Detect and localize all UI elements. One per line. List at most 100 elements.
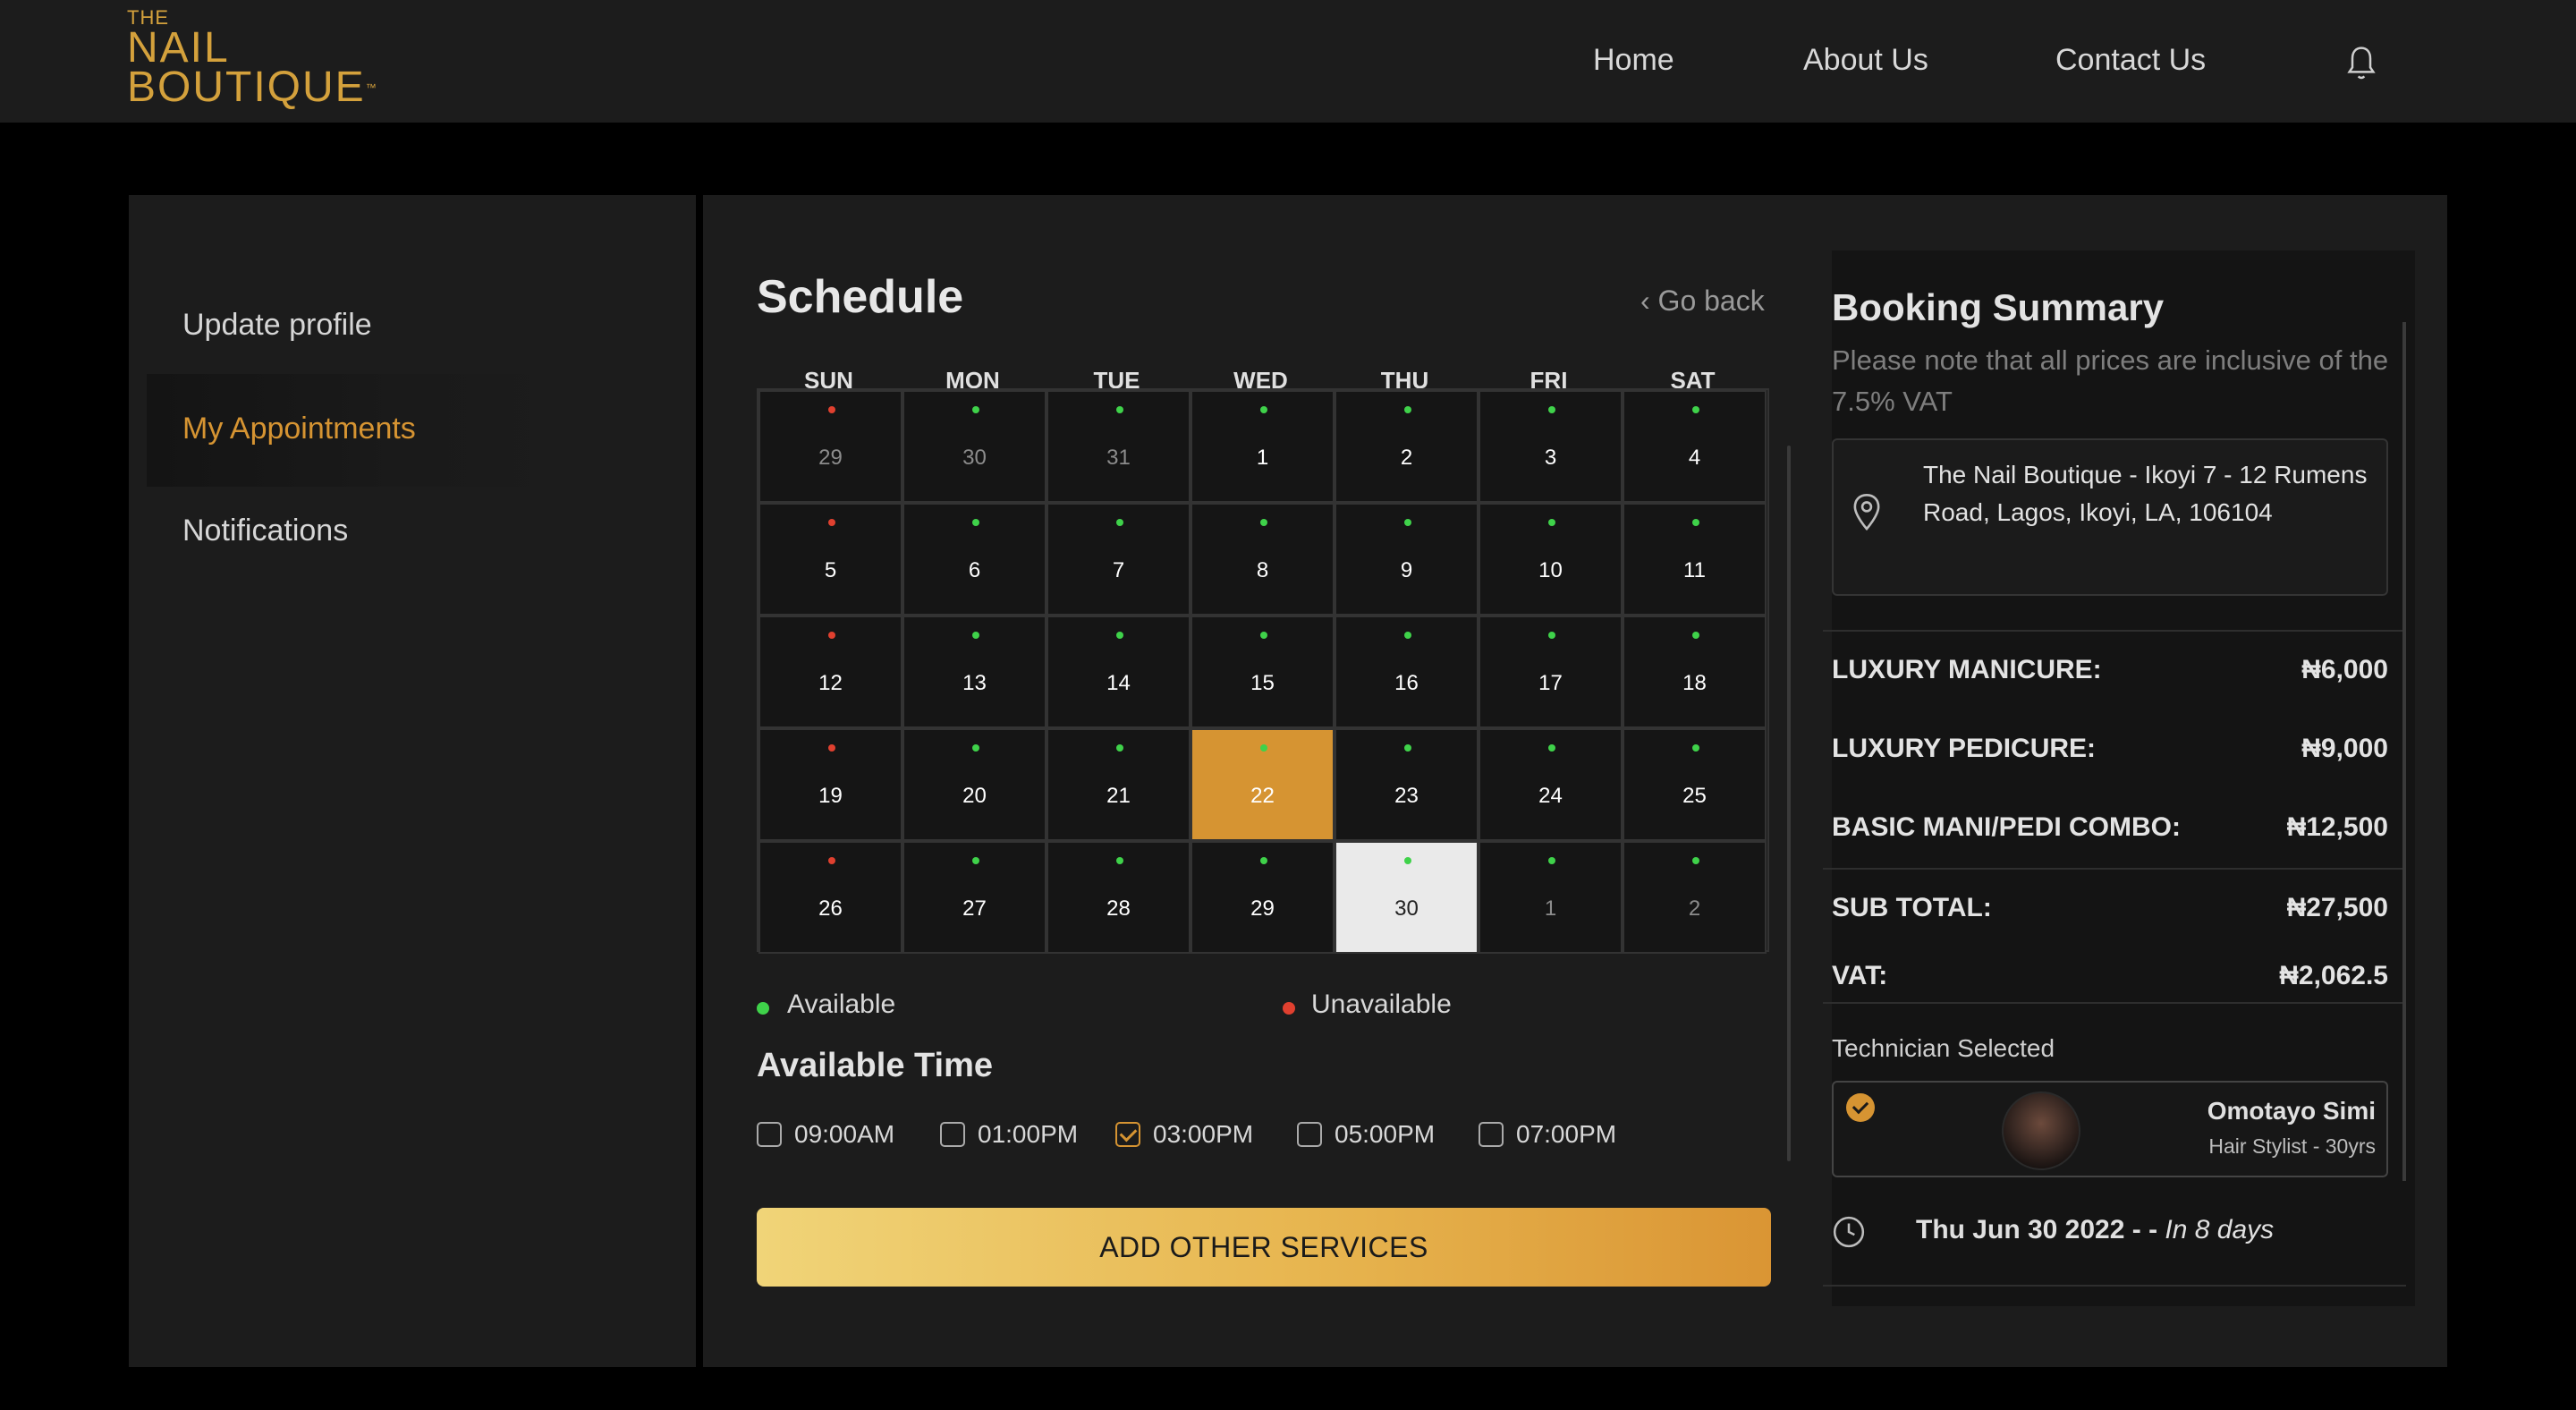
calendar-day-cell[interactable]: 5 [758,503,902,616]
calendar-day-number: 7 [1112,558,1125,582]
logo-nail: NAIL [127,24,230,72]
calendar-day-cell[interactable]: 2 [1335,390,1479,503]
divider [1823,1285,2406,1287]
calendar-day-cell[interactable]: 6 [902,503,1046,616]
sidebar-item-notifications[interactable]: Notifications [182,514,348,548]
calendar-day-cell[interactable]: 22 [1191,728,1335,841]
service-name: LUXURY MANICURE: [1832,655,2102,684]
time-slot-option[interactable]: 01:00PM [940,1117,1078,1152]
calendar-day-cell[interactable]: 18 [1623,616,1767,728]
calendar-day-cell[interactable]: 24 [1479,728,1623,841]
bell-icon[interactable] [2343,45,2379,84]
add-other-services-button[interactable]: ADD OTHER SERVICES [757,1208,1771,1287]
time-slot-label: 05:00PM [1335,1120,1436,1148]
calendar-day-cell[interactable]: 9 [1335,503,1479,616]
calendar-day-cell[interactable]: 13 [902,616,1046,728]
calendar-day-number: 18 [1682,671,1707,695]
day-of-week-label: TUE [1093,367,1140,388]
technician-card[interactable]: Omotayo Simi Hair Stylist - 30yrs [1832,1081,2388,1177]
time-slot-checkbox[interactable] [940,1122,965,1147]
calendar-day-cell[interactable]: 14 [1046,616,1191,728]
calendar-day-number: 25 [1682,784,1707,808]
calendar-day-number: 11 [1683,558,1706,582]
unavailable-dot [828,632,835,639]
calendar-day-cell[interactable]: 23 [1335,728,1479,841]
nav-about-link[interactable]: About Us [1803,43,1928,78]
calendar-day-cell[interactable]: 29 [758,390,902,503]
day-of-week-label: WED [1233,367,1288,388]
time-slot-option[interactable]: 05:00PM [1297,1117,1435,1152]
calendar-day-cell[interactable]: 28 [1046,841,1191,954]
calendar: SUN MON TUE WED THU FRI SAT 29 30 31 1 2 3 4 5 6 7 8 9 10 1… [757,360,1769,1147]
brand-logo[interactable]: THE NAIL BOUTIQUE™ [127,7,378,109]
calendar-day-number: 4 [1688,446,1701,470]
sidebar-item-my-appointments[interactable]: My Appointments [182,412,416,446]
subtotal-value: ₦27,500 [2286,893,2388,922]
logo-boutique: BOUTIQUE™ [127,66,378,109]
vat-label: VAT: [1832,961,1888,990]
calendar-day-cell[interactable]: 4 [1623,390,1767,503]
calendar-day-number: 24 [1538,784,1563,808]
calendar-day-cell[interactable]: 17 [1479,616,1623,728]
vat-value: ₦2,062.5 [2279,961,2388,990]
summary-scrollbar[interactable] [2402,322,2406,1181]
calendar-day-cell[interactable]: 25 [1623,728,1767,841]
available-legend-dot [757,1002,769,1015]
calendar-day-cell[interactable]: 29 [1191,841,1335,954]
calendar-day-cell[interactable]: 1 [1479,841,1623,954]
calendar-day-number: 23 [1394,784,1419,808]
calendar-day-cell[interactable]: 1 [1191,390,1335,503]
calendar-day-cell[interactable]: 19 [758,728,902,841]
available-dot [1116,519,1123,526]
available-dot [1404,406,1411,413]
time-slot-checkbox[interactable] [1479,1122,1504,1147]
time-slot-label: 07:00PM [1516,1120,1617,1148]
calendar-day-cell[interactable]: 21 [1046,728,1191,841]
appointment-date: Thu Jun 30 2022 - - In 8 days [1916,1215,2274,1245]
available-dot [1260,519,1267,526]
available-dot [972,744,979,752]
calendar-day-cell[interactable]: 2 [1623,841,1767,954]
calendar-day-cell[interactable]: 15 [1191,616,1335,728]
time-slot-option[interactable]: 09:00AM [757,1117,894,1152]
calendar-day-number: 26 [818,896,843,921]
unavailable-dot [828,744,835,752]
time-slot-checkbox[interactable] [757,1122,782,1147]
calendar-day-number: 9 [1400,558,1413,582]
time-slot-checkbox[interactable] [1297,1122,1322,1147]
calendar-day-cell[interactable]: 11 [1623,503,1767,616]
time-slot-checkbox[interactable] [1115,1122,1140,1147]
calendar-day-cell[interactable]: 7 [1046,503,1191,616]
calendar-day-cell[interactable]: 30 [1335,841,1479,954]
calendar-day-cell[interactable]: 12 [758,616,902,728]
calendar-day-cell[interactable]: 3 [1479,390,1623,503]
calendar-day-cell[interactable]: 20 [902,728,1046,841]
calendar-day-cell[interactable]: 16 [1335,616,1479,728]
nav-contact-link[interactable]: Contact Us [2055,43,2206,78]
calendar-day-cell[interactable]: 8 [1191,503,1335,616]
calendar-day-cell[interactable]: 10 [1479,503,1623,616]
calendar-day-cell[interactable]: 31 [1046,390,1191,503]
schedule-scrollbar[interactable] [1787,446,1791,1161]
calendar-day-cell[interactable]: 30 [902,390,1046,503]
account-sidebar: Update profile My Appointments Notificat… [129,195,696,1367]
time-slot-option[interactable]: 03:00PM [1115,1117,1253,1152]
calendar-day-cell[interactable]: 26 [758,841,902,954]
calendar-day-cell[interactable]: 27 [902,841,1046,954]
vat-row: VAT: ₦2,062.5 [1832,961,2388,991]
calendar-day-number: 15 [1250,671,1275,695]
sidebar-item-update-profile[interactable]: Update profile [182,308,372,343]
calendar-grid: 29 30 31 1 2 3 4 5 6 7 8 9 10 11 12 13 14 15 16 17 18 19 20 21 2… [757,388,1769,954]
booking-summary-title: Booking Summary [1832,286,2165,328]
available-dot [1548,406,1555,413]
available-dot [1548,632,1555,639]
available-dot [972,406,979,413]
appointment-date-text: Thu Jun 30 2022 - - [1916,1215,2158,1244]
time-slot-label: 01:00PM [978,1120,1079,1148]
calendar-day-number: 29 [818,446,843,470]
go-back-link[interactable]: ‹ Go back [1640,285,1765,318]
nav-home-link[interactable]: Home [1593,43,1674,78]
available-dot [1548,744,1555,752]
service-name: BASIC MANI/PEDI COMBO: [1832,812,2181,842]
time-slot-option[interactable]: 07:00PM [1479,1117,1616,1152]
